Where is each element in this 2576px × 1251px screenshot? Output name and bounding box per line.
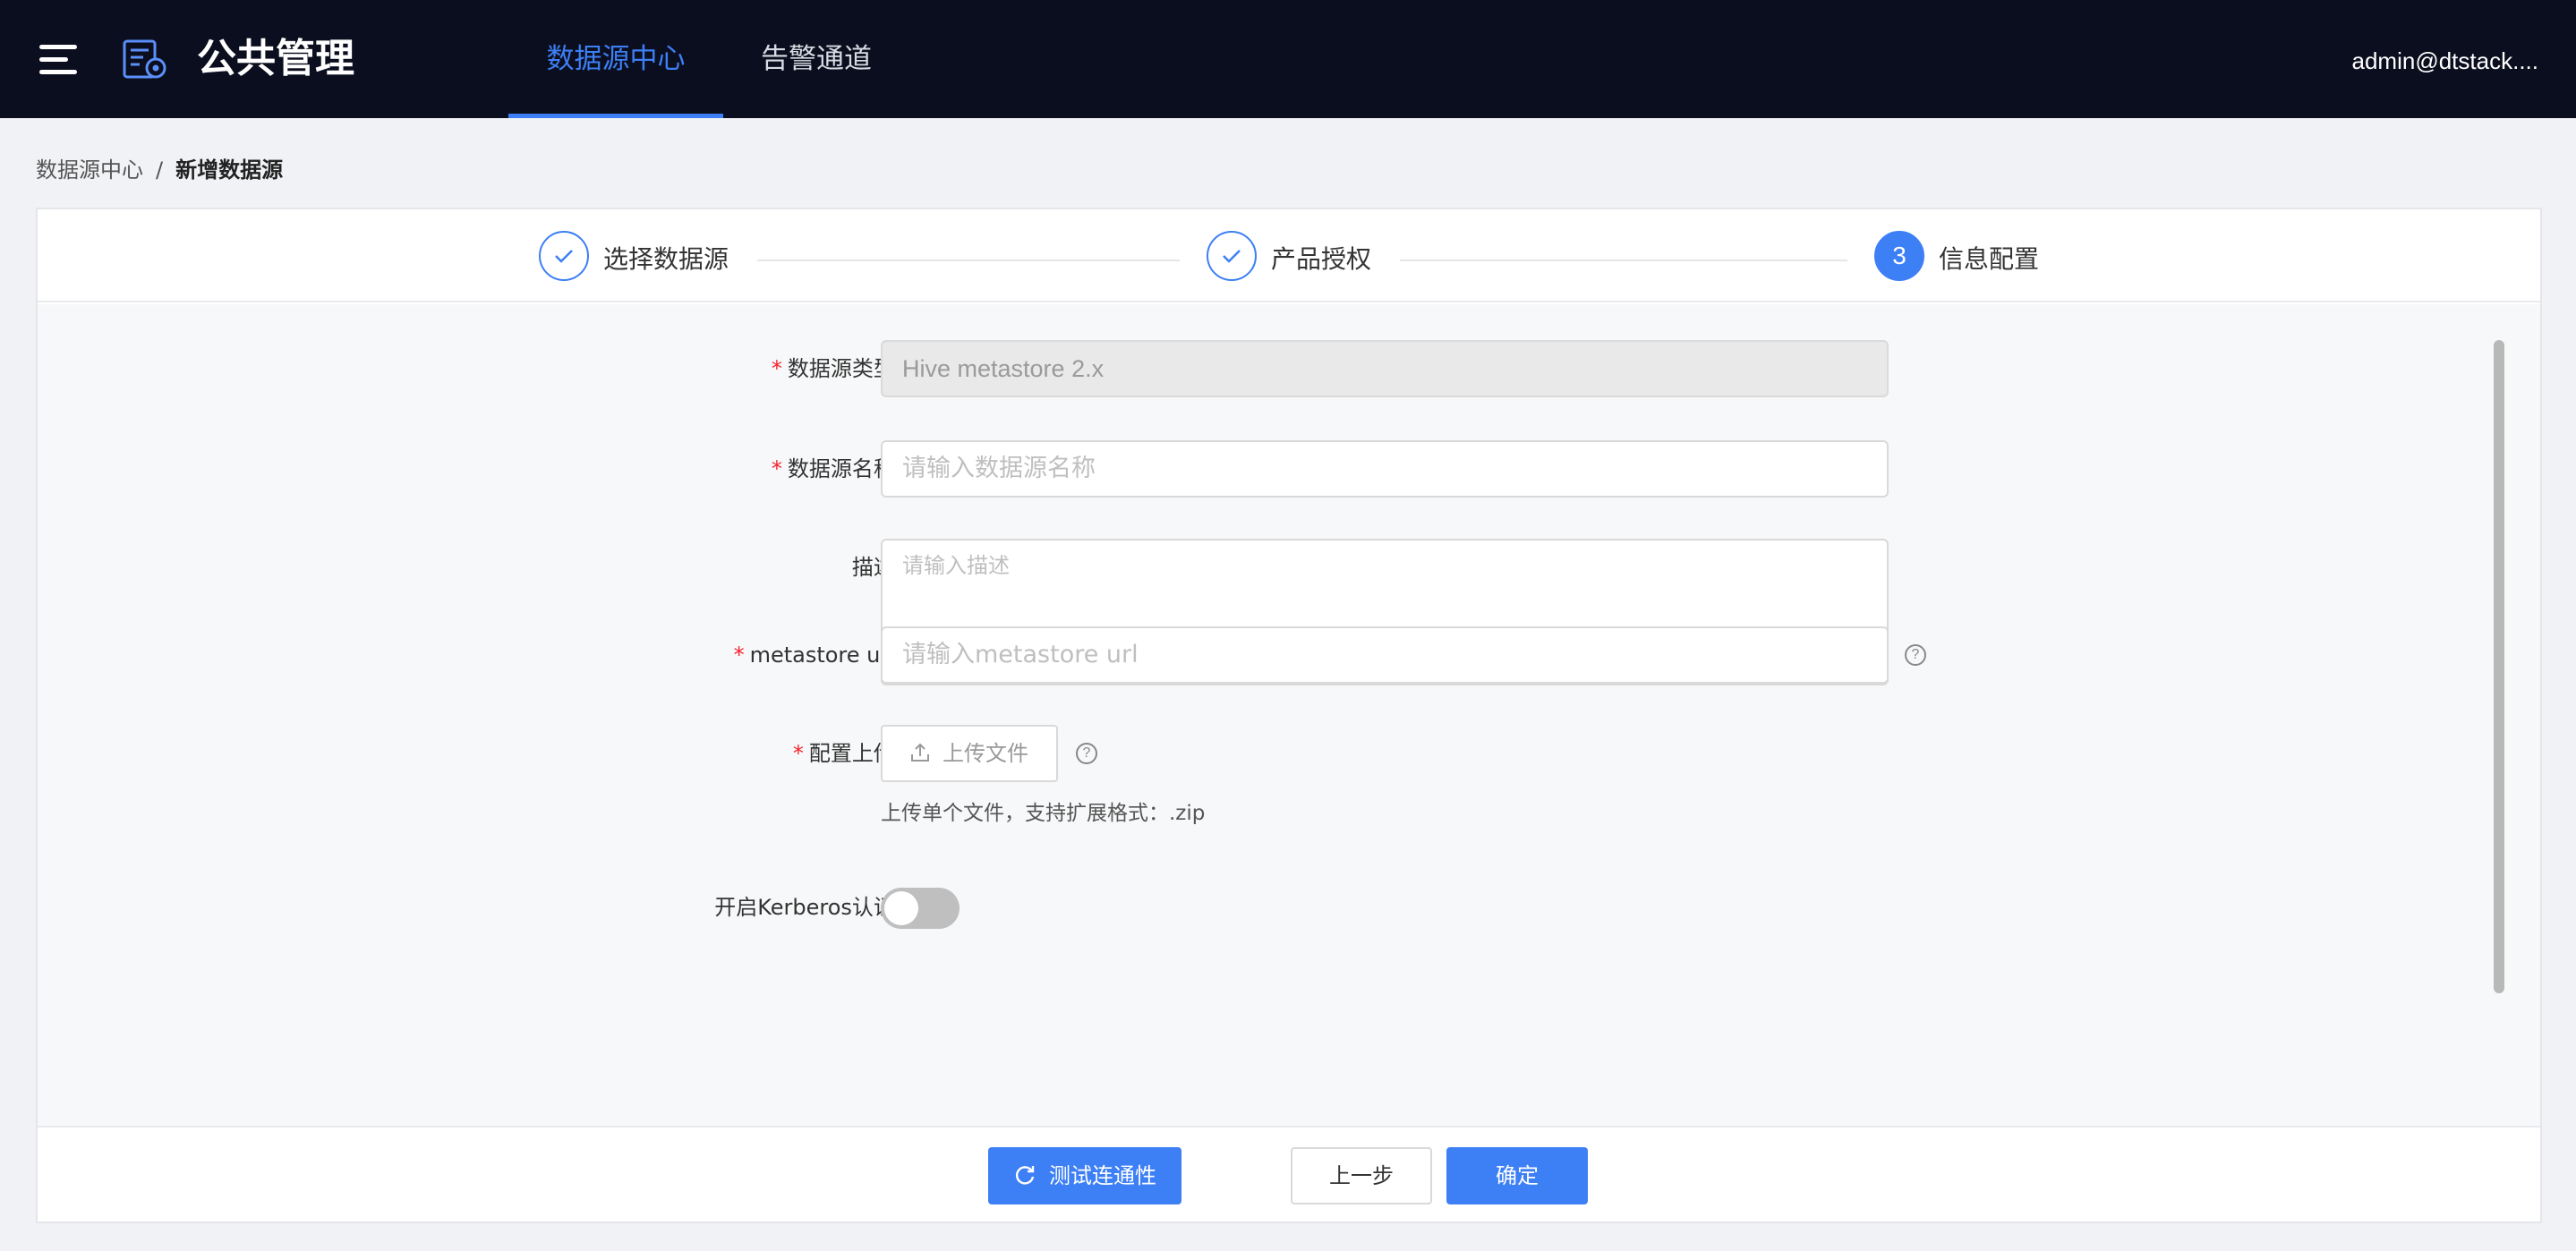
step-3-number: 3 (1874, 231, 1924, 281)
datasource-form: * 数据源类型: Hive metastore 2.x * 数据源名称: 请输入数据… (38, 304, 2540, 1126)
kerberos-label: 开启Kerberos认证: (714, 895, 902, 920)
top-navigation-bar: 公共管理 数据源中心 告警通道 admin@dtstack.... (0, 0, 2576, 118)
nav-tab-alert-channel[interactable]: 告警通道 (734, 0, 899, 118)
upload-hint-text: 上传单个文件，支持扩展格式：.zip (881, 802, 1206, 825)
required-mark: * (733, 643, 745, 668)
metastore-url-input[interactable]: 请输入metastore url (881, 626, 1889, 684)
kerberos-toggle[interactable] (881, 888, 960, 929)
breadcrumb-separator: / (156, 157, 164, 183)
datasource-name-input[interactable]: 请输入数据源名称 (881, 440, 1889, 498)
step-connector-2 (1400, 260, 1847, 261)
step-2-label: 产品授权 (1271, 244, 1372, 274)
breadcrumb-current: 新增数据源 (175, 157, 284, 183)
user-account[interactable]: admin@dtstack.... (2352, 45, 2538, 77)
refresh-icon (1015, 1166, 1035, 1185)
upload-icon (911, 743, 929, 762)
required-mark: * (771, 356, 782, 381)
breadcrumb-link-datasource-center[interactable]: 数据源中心 (36, 157, 143, 183)
form-scrollbar[interactable] (2494, 340, 2504, 993)
app-title: 公共管理 (197, 36, 354, 81)
toggle-knob (884, 891, 918, 925)
form-footer: 测试连通性 上一步 确定 (38, 1126, 2540, 1221)
upload-help-icon[interactable]: ? (1076, 743, 1097, 764)
data-management-logo-icon (123, 39, 166, 79)
previous-step-button[interactable]: 上一步 (1291, 1147, 1432, 1204)
breadcrumb: 数据源中心 / 新增数据源 (36, 154, 283, 186)
required-mark: * (771, 456, 782, 481)
metastore-help-icon[interactable]: ? (1905, 644, 1926, 666)
step-connector-1 (757, 260, 1180, 261)
step-1-check-icon (539, 231, 589, 281)
description-placeholder: 请输入描述 (902, 553, 1010, 578)
step-3-label: 信息配置 (1939, 244, 2040, 274)
step-2-check-icon (1207, 231, 1257, 281)
metastore-label: * metastore url: (733, 643, 902, 668)
upload-file-button[interactable]: 上传文件 (881, 725, 1058, 782)
datasource-type-input: Hive metastore 2.x (881, 340, 1889, 397)
step-1-label: 选择数据源 (603, 244, 729, 274)
steps-bar: 选择数据源 产品授权 3 信息配置 (38, 209, 2540, 302)
confirm-button[interactable]: 确定 (1446, 1147, 1588, 1204)
new-datasource-card: 选择数据源 产品授权 3 信息配置 * 数据源类型: Hive metastore… (36, 208, 2542, 1223)
test-connectivity-button[interactable]: 测试连通性 (988, 1147, 1181, 1204)
nav-tab-datasource-center[interactable]: 数据源中心 (508, 0, 723, 118)
menu-icon[interactable] (39, 45, 77, 75)
required-mark: * (792, 741, 804, 766)
